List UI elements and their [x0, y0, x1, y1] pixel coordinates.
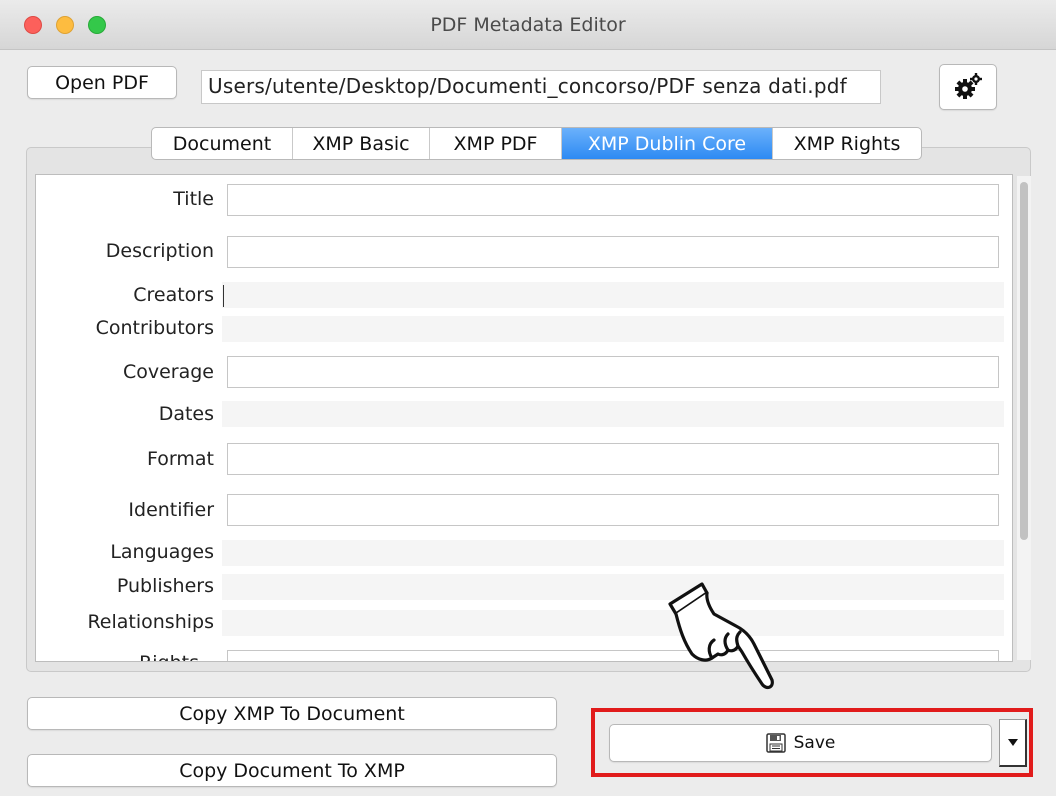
title-label: Title: [173, 188, 214, 210]
rights-label: Rights: [139, 652, 199, 661]
dates-list[interactable]: [222, 401, 1004, 427]
title-bar: PDF Metadata Editor: [0, 0, 1056, 50]
rights-row-clip: Rights: [35, 650, 1013, 661]
window-title: PDF Metadata Editor: [430, 14, 626, 36]
contributors-label: Contributors: [95, 317, 214, 339]
description-label: Description: [105, 240, 214, 262]
gears-icon: [955, 73, 982, 99]
coverage-input[interactable]: [227, 356, 999, 388]
tab-xmp-pdf[interactable]: XMP PDF: [430, 128, 562, 159]
identifier-label: Identifier: [128, 499, 214, 521]
title-input[interactable]: [227, 184, 999, 216]
save-label: Save: [793, 733, 836, 753]
languages-list[interactable]: [222, 540, 1004, 566]
publishers-label: Publishers: [116, 575, 214, 597]
open-pdf-button[interactable]: Open PDF: [27, 66, 177, 99]
languages-label: Languages: [110, 541, 214, 563]
creators-list[interactable]: [222, 282, 1004, 308]
publishers-list[interactable]: [222, 574, 1004, 600]
rights-input[interactable]: [227, 650, 999, 661]
settings-button[interactable]: [939, 64, 997, 110]
text-cursor: [223, 285, 224, 307]
identifier-input[interactable]: [227, 494, 999, 526]
coverage-label: Coverage: [122, 361, 214, 383]
tab-document[interactable]: Document: [152, 128, 293, 159]
tab-bar: Document XMP Basic XMP PDF XMP Dublin Co…: [151, 127, 922, 160]
pointing-hand-icon: [668, 582, 774, 690]
copy-document-to-xmp-button[interactable]: Copy Document To XMP: [27, 754, 557, 787]
file-path-field[interactable]: Users/utente/Desktop/Documenti_concorso/…: [201, 70, 881, 104]
save-options-dropdown[interactable]: [999, 719, 1027, 767]
format-input[interactable]: [227, 443, 999, 475]
save-button[interactable]: Save: [609, 724, 992, 762]
dates-label: Dates: [158, 403, 214, 425]
description-input[interactable]: [227, 236, 999, 268]
contributors-list[interactable]: [222, 316, 1004, 342]
floppy-disk-icon: [765, 733, 786, 753]
vertical-scrollbar[interactable]: [1017, 176, 1031, 660]
relationships-label: Relationships: [87, 611, 214, 633]
copy-xmp-to-document-button[interactable]: Copy XMP To Document: [27, 697, 557, 730]
tab-xmp-dublin-core[interactable]: XMP Dublin Core: [562, 128, 773, 159]
triangle-down-icon: [1007, 738, 1018, 746]
format-label: Format: [147, 448, 214, 470]
creators-label: Creators: [133, 284, 214, 306]
tab-xmp-rights[interactable]: XMP Rights: [773, 128, 921, 159]
relationships-list[interactable]: [222, 610, 1004, 636]
tab-xmp-basic[interactable]: XMP Basic: [293, 128, 430, 159]
scroll-thumb[interactable]: [1020, 182, 1028, 540]
